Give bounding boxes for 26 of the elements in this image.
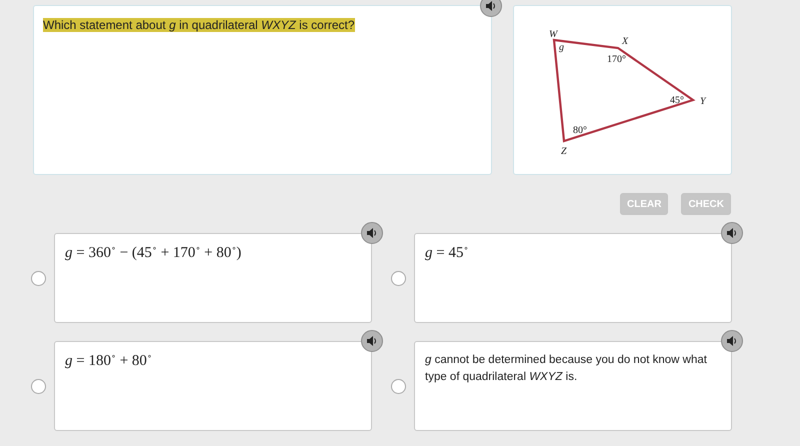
question-text: Which statement about g in quadrilateral WXYZ is correct? — [43, 18, 355, 32]
angle-label: g — [559, 42, 564, 53]
vertex-label: Z — [561, 146, 567, 157]
speaker-icon[interactable] — [721, 222, 743, 244]
radio-button[interactable] — [391, 270, 406, 286]
vertex-label: X — [622, 36, 628, 47]
answer-text: g = 45$^{∘}$ — [425, 244, 470, 262]
angle-label: 170° — [607, 54, 626, 65]
radio-button[interactable] — [31, 378, 46, 394]
vertex-label: Y — [700, 96, 706, 107]
answer-text: g cannot be determined because you do not know what type of quadrilateral WXYZ is. — [425, 353, 708, 385]
speaker-icon[interactable] — [480, 0, 502, 17]
radio-button[interactable] — [31, 270, 46, 286]
answer-card[interactable]: g = 45$^{∘}$ — [414, 233, 732, 323]
radio-button[interactable] — [391, 378, 406, 394]
vertex-label: W — [549, 29, 558, 40]
angle-label: 45° — [670, 95, 684, 106]
speaker-icon[interactable] — [361, 330, 383, 352]
answer-card[interactable]: g = 360$^{∘}$ − (45$^{∘}$ + 170$^{∘}$ + 80$^{∘}$) — [54, 233, 372, 323]
answer-card[interactable]: g cannot be determined because you do not know what type of quadrilateral WXYZ is. — [414, 341, 732, 431]
angle-label: 80° — [573, 125, 587, 136]
answer-text: g = 360$^{∘}$ − (45$^{∘}$ + 170$^{∘}$ + 80$^{∘}$) — [65, 244, 242, 262]
speaker-icon[interactable] — [721, 330, 743, 352]
answer-text: g = 180$^{∘}$ + 80$^{∘}$ — [65, 352, 153, 370]
speaker-icon[interactable] — [361, 222, 383, 244]
answer-card[interactable]: g = 180$^{∘}$ + 80$^{∘}$ — [54, 341, 372, 431]
